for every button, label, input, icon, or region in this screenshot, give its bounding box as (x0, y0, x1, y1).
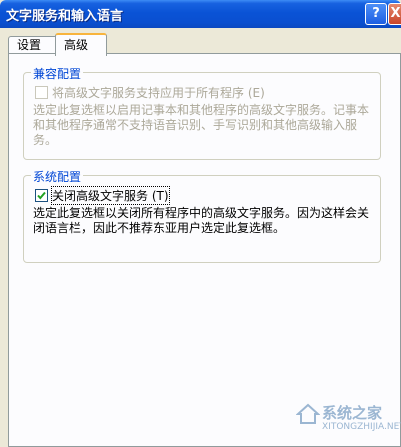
turn-off-advanced-text-services-checkbox[interactable] (35, 189, 48, 202)
house-logo-icon (296, 403, 320, 424)
apply-all-programs-checkbox[interactable] (35, 86, 48, 99)
compat-desc-line-3: 务。 (33, 133, 58, 147)
compat-config-group: 兼容配置 将高级文字服务支持应用于所有程序 (E) 选定此复选框以启用记事本和其… (23, 65, 381, 160)
window-title: 文字服务和输入语言 (6, 9, 124, 24)
tab-advanced[interactable]: 高级 (55, 33, 107, 56)
system-config-label: 系统配置 (31, 168, 84, 185)
watermark: 系统之家 XITONGZHIJIA.NET (296, 394, 401, 434)
close-button[interactable]: X (388, 3, 401, 25)
system-desc-line-1: 选定此复选框以关闭所有程序中的高级文字服务。因为这样会关 (33, 206, 370, 220)
system-desc-line-2: 闭语言栏，因此不推荐东亚用户选定此复选框。 (33, 221, 286, 235)
apply-all-programs-label: 将高级文字服务支持应用于所有程序 (E) (52, 86, 265, 100)
watermark-text: 系统之家 (322, 404, 383, 422)
tab-panel-advanced: 兼容配置 将高级文字服务支持应用于所有程序 (E) 选定此复选框以启用记事本和其… (8, 53, 401, 447)
compat-config-label: 兼容配置 (31, 65, 84, 82)
compat-desc-line-1: 选定此复选框以启用记事本和其他程序的高级文字服务。记事本 (33, 103, 370, 117)
system-description: 选定此复选框以关闭所有程序中的高级文字服务。因为这样会关 闭语言栏，因此不推荐东… (33, 206, 369, 236)
checkmark-icon (37, 191, 46, 200)
system-config-group: 系统配置 关闭高级文字服务 (T) 选定此复选框以关闭所有程序中的高级文字服务。… (23, 168, 381, 263)
compat-description: 选定此复选框以启用记事本和其他程序的高级文字服务。记事本 和其他程序通常不支持语… (33, 103, 369, 148)
turn-off-advanced-text-services-label[interactable]: 关闭高级文字服务 (T) (51, 186, 170, 205)
watermark-url: XITONGZHIJIA.NET (322, 422, 401, 432)
compat-desc-line-2: 和其他程序通常不支持语音识别、手写识别和其他高级输入服 (33, 118, 358, 132)
help-button[interactable]: ? (365, 3, 387, 25)
title-bar: 文字服务和输入语言 ? X (0, 0, 401, 28)
tab-settings[interactable]: 设置 (8, 36, 60, 54)
